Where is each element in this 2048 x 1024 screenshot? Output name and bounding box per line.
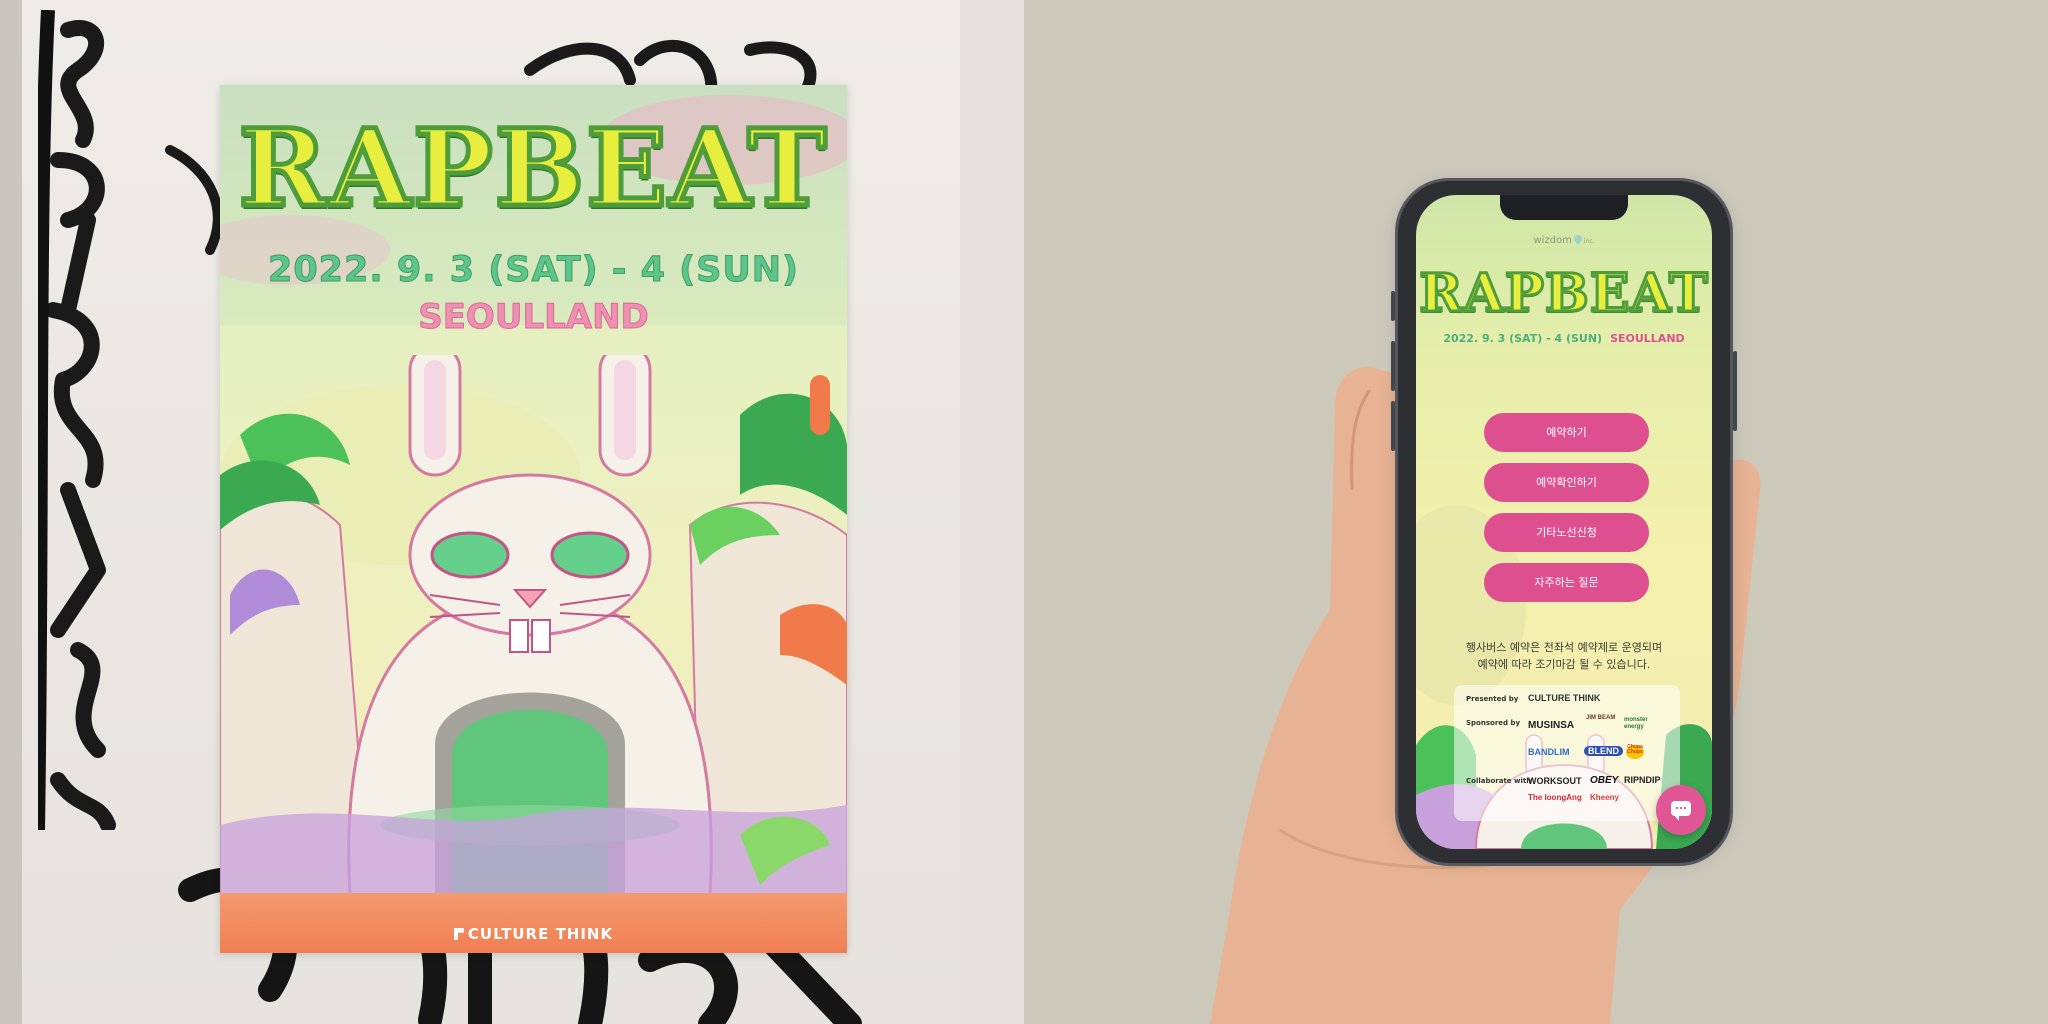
sponsor-panel: Presented by CULTURE THINK Sponsored by … (1454, 685, 1680, 821)
collaborate-with-label: Collaborate with (1466, 777, 1532, 785)
sponsor-logo: BANDLIM (1528, 747, 1570, 757)
mute-switch (1391, 291, 1395, 321)
app-dateline: 2022. 9. 3 (SAT) - 4 (SUN) SEOULLAND (1416, 332, 1712, 345)
presented-sponsor-logo: CULTURE THINK (1528, 693, 1601, 703)
sponsor-logo: monster energy (1624, 717, 1648, 730)
poster-title: RAPBEAT (236, 103, 829, 233)
collab-logo: OBEY (1590, 775, 1619, 786)
provider-logo: wizdom inc. (1416, 233, 1712, 246)
poster-brand-text: CULTURE THINK (467, 925, 614, 943)
reservation-notice: 행사버스 예약은 전좌석 예약제로 운영되며 예약에 따라 조기마감 될 수 있… (1416, 639, 1712, 673)
provider-name: wizdom (1533, 235, 1572, 246)
notice-line: 행사버스 예약은 전좌석 예약제로 운영되며 (1465, 641, 1663, 654)
sponsor-logo: BLEND (1584, 746, 1623, 756)
poster-brand: CULTURE THINK (220, 925, 847, 943)
app-venue: SEOULLAND (1610, 332, 1685, 345)
check-reservation-button[interactable]: 예약확인하기 (1484, 463, 1649, 502)
chat-dots (1675, 807, 1687, 809)
location-pin-icon (1572, 233, 1584, 245)
volume-down-button (1391, 401, 1395, 451)
reserve-button[interactable]: 예약하기 (1484, 413, 1649, 452)
sponsored-by-label: Sponsored by (1466, 719, 1521, 727)
sponsor-logo: JIM BEAM (1586, 715, 1616, 721)
wall-photo: RAPBEAT 2022. 9. 3 (SAT) - 4 (SUN) SEOUL… (0, 0, 1024, 1024)
faq-button[interactable]: 자주하는 질문 (1484, 563, 1649, 602)
collab-logo: RIPNDIP (1624, 775, 1661, 785)
poster-footer (220, 893, 847, 953)
power-button (1733, 351, 1737, 431)
festival-poster: RAPBEAT 2022. 9. 3 (SAT) - 4 (SUN) SEOUL… (220, 85, 847, 953)
graffiti-tag (38, 10, 116, 830)
provider-suffix: inc. (1583, 238, 1595, 245)
collab-logo: Kheeny (1590, 793, 1619, 802)
notice-line: 예약에 따라 조기마감 될 수 있습니다. (1477, 658, 1651, 671)
phone-notch (1500, 195, 1628, 220)
app-logo: RAPBEAT (1418, 262, 1709, 326)
presented-by-label: Presented by (1466, 695, 1519, 703)
sponsor-logo: Chupa Chups (1626, 745, 1644, 759)
rabbit-cave-illustration (220, 355, 847, 895)
chat-button[interactable] (1656, 785, 1706, 835)
volume-up-button (1391, 341, 1395, 391)
culture-think-logo-icon (453, 928, 464, 940)
other-route-request-button[interactable]: 기타노선신청 (1484, 513, 1649, 552)
collab-logo: The loongAng (1528, 793, 1582, 802)
app-date: 2022. 9. 3 (SAT) - 4 (SUN) (1443, 332, 1603, 345)
poster-date: 2022. 9. 3 (SAT) - 4 (SUN) (267, 250, 800, 291)
smartphone: wizdom inc. RAPBEAT 2022. 9. 3 (SAT) - 4 … (1391, 178, 1737, 866)
collab-logo: WORKSOUT (1528, 776, 1582, 786)
sponsor-logo: MUSINSA (1528, 720, 1575, 731)
action-buttons: 예약하기 예약확인하기 기타노선신청 자주하는 질문 (1484, 413, 1649, 613)
poster-venue: SEOULLAND (418, 297, 650, 338)
phone-screen: wizdom inc. RAPBEAT 2022. 9. 3 (SAT) - 4 … (1416, 195, 1712, 849)
